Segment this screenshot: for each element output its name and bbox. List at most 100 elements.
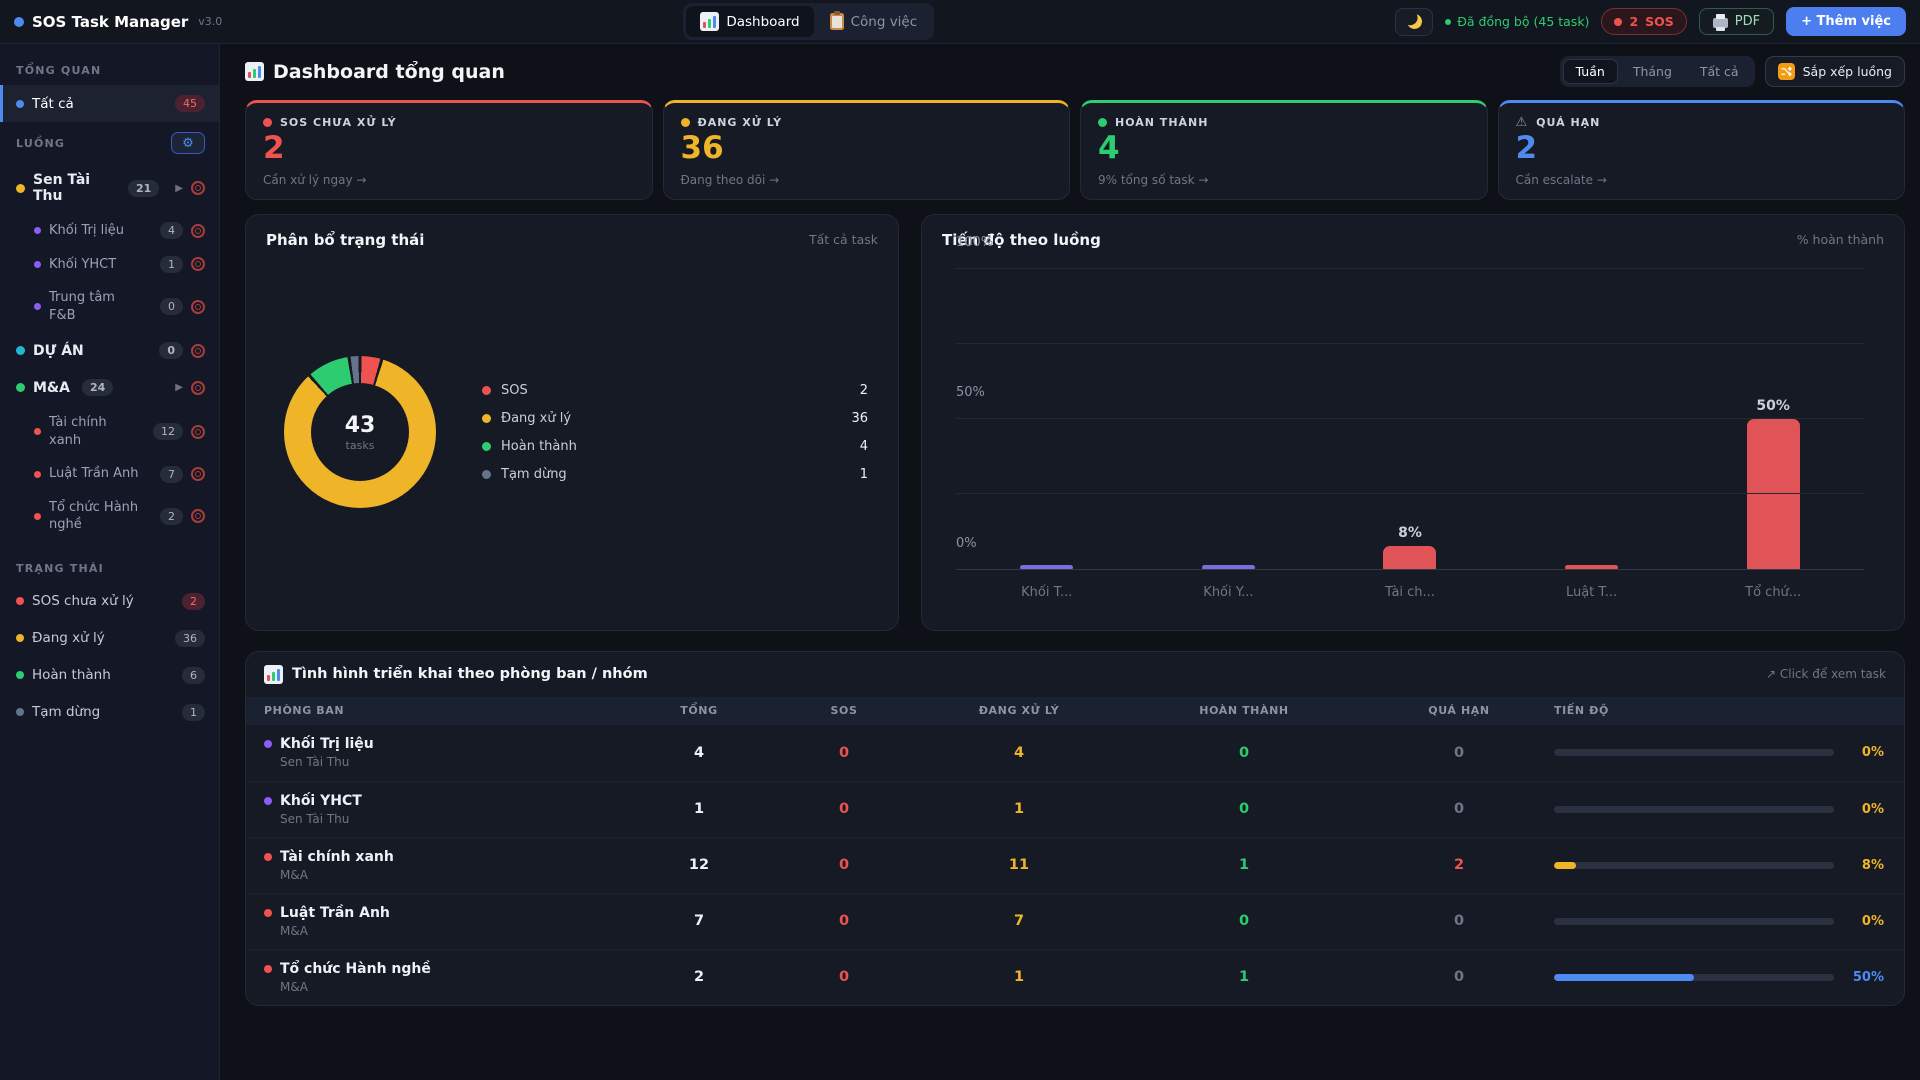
tab-dashboard[interactable]: Dashboard [686,6,814,37]
done-cell: 1 [1238,857,1250,874]
target-icon[interactable] [191,380,205,395]
export-pdf-button[interactable]: PDF [1698,8,1775,35]
target-icon[interactable] [191,509,205,524]
table-title: Tình hình triển khai theo phòng ban / nh… [264,664,648,684]
target-icon[interactable] [191,467,205,482]
sos-cell: 0 [838,744,850,761]
flow-count-badge: 0 [159,342,183,360]
flow-child-dot-icon [34,470,41,478]
sidebar-item-all[interactable]: Tất cả 45 [0,85,219,122]
expand-play-icon[interactable]: ▶ [175,183,183,194]
department-table-card: Tình hình triển khai theo phòng ban / nh… [245,650,1905,1006]
expand-play-icon[interactable]: ▶ [175,382,183,393]
bar-2[interactable] [1383,545,1437,570]
target-icon[interactable] [191,223,205,238]
stat-card-footer: 9% tổng số task → [1098,172,1209,187]
in-progress-cell: 4 [1013,744,1025,761]
stat-card-3[interactable]: ⚠ QUÁ HẠN 2 Cần escalate → [1497,100,1905,200]
flow-label: DỰ ÁN [33,342,84,359]
tab-dashboard-label: Dashboard [726,13,800,30]
period-tab-2[interactable]: Tất cả [1687,59,1752,84]
progress-percent: 0% [1861,745,1884,761]
stat-card-0[interactable]: SOS CHƯA XỬ LÝ 2 Cần xử lý ngay → [245,100,653,200]
bar-4[interactable] [1746,419,1800,570]
department-name: Luật Trần Anh [264,905,624,921]
moon-icon [1406,13,1423,30]
legend-dot-icon [482,469,491,479]
bar-category-label: Tổ chứ... [1745,585,1802,601]
target-icon[interactable] [191,299,205,314]
tab-tasks-label: Công việc [850,13,918,30]
table-row-4[interactable]: Tổ chức Hành nghề M&A 2 0 1 1 0 50% [246,948,1904,1005]
period-tab-1[interactable]: Tháng [1620,59,1685,84]
all-count-badge: 45 [175,95,205,112]
sidebar-status-3[interactable]: Tạm dừng 1 [0,694,219,731]
sos-alert-badge[interactable]: 2 SOS [1601,8,1687,35]
clipboard-icon [829,11,844,30]
total-cell: 2 [693,969,705,986]
sort-flows-button[interactable]: Sắp xếp luồng [1764,56,1905,87]
sidebar-flow-0[interactable]: Sen Tài Thu 21 ▶ [0,162,219,214]
flow-label: M&A [33,379,70,396]
sidebar-status-2[interactable]: Hoàn thành 6 [0,657,219,694]
donut-legend: SOS 2 Đang xử lý 36 Hoàn thành 4 Tạm dừng 1 [482,376,868,488]
column-header-6: TIẾN ĐỘ [1554,704,1609,718]
table-row-3[interactable]: Luật Trần Anh M&A 7 0 7 0 0 0% [246,892,1904,949]
stat-card-footer: Đang theo dõi → [680,172,780,187]
target-icon[interactable] [191,343,205,358]
bar-category-label: Tài ch... [1385,585,1435,601]
sidebar-status-1[interactable]: Đang xử lý 36 [0,620,219,657]
target-icon[interactable] [191,181,205,195]
app-logo: SOS Task Manager v3.0 [14,13,222,31]
sos-cell: 0 [838,801,850,818]
flow-child-label: Trung tâm F&B [49,290,115,323]
legend-label: Đang xử lý [501,410,572,426]
gear-icon: ⚙ [182,135,194,151]
stat-card-label: SOS CHƯA XỬ LÝ [263,116,635,129]
department-name: Khối YHCT [264,793,624,809]
sidebar-flow-2-child-1[interactable]: Luật Trần Anh 7 [0,457,219,491]
table-row-1[interactable]: Khối YHCT Sen Tài Thu 1 0 1 0 0 0% [246,780,1904,837]
flows-settings-button[interactable]: ⚙ [171,132,205,154]
status-count-badge: 1 [182,703,205,721]
stat-card-2[interactable]: HOÀN THÀNH 4 9% tổng số task → [1080,100,1488,200]
total-cell: 7 [693,913,705,930]
flow-child-count-badge: 1 [160,255,183,273]
add-task-button[interactable]: + Thêm việc [1786,7,1906,36]
legend-dot-icon [482,441,491,451]
in-progress-cell: 7 [1013,913,1025,930]
sidebar-flow-1[interactable]: DỰ ÁN 0 [0,332,219,369]
stat-card-1[interactable]: ĐANG XỬ LÝ 36 Đang theo dõi → [662,100,1070,200]
table-row-2[interactable]: Tài chính xanh M&A 12 0 11 1 2 8% [246,836,1904,893]
bar-slot-1 [1138,269,1320,570]
status-label: Tạm dừng [32,704,101,721]
status-dot-icon [16,634,24,643]
sidebar-flow-2-child-0[interactable]: Tài chính xanh 12 [0,406,219,457]
target-icon[interactable] [191,257,205,272]
tab-tasks[interactable]: Công việc [816,6,932,37]
legend-value: 4 [859,438,868,454]
gridline-75 [956,342,1864,344]
column-header-5: QUÁ HẠN [1428,704,1490,718]
overdue-cell: 0 [1453,801,1465,818]
flow-list: Sen Tài Thu 21 ▶ Khối Trị liệu 4 Khối YHCT 1 Tr… [0,162,219,542]
sidebar-flow-0-child-2[interactable]: Trung tâm F&B 0 [0,281,219,332]
sidebar-status-0[interactable]: SOS chưa xử lý 2 [0,583,219,620]
target-icon[interactable] [191,424,205,439]
bar-plot: 8% 50% 100% 50% 0% [956,235,1864,570]
sidebar-flow-2-child-2[interactable]: Tổ chức Hành nghề 2 [0,491,219,542]
sidebar-flow-0-child-0[interactable]: Khối Trị liệu 4 [0,214,219,248]
sidebar-flow-0-child-1[interactable]: Khối YHCT 1 [0,248,219,282]
legend-value: 1 [859,466,868,482]
legend-label: SOS [501,382,528,398]
sidebar-flow-2[interactable]: M&A 24 ▶ [0,369,219,406]
theme-toggle-button[interactable] [1395,7,1434,36]
total-cell: 1 [693,801,705,818]
sos-label: SOS [1645,14,1674,29]
progress-cell: 50% [1554,970,1886,985]
table-hint: ↗ Click để xem task [1766,667,1886,682]
table-row-0[interactable]: Khối Trị liệu Sen Tài Thu 4 0 4 0 0 0% [246,725,1904,781]
bar-slot-0 [956,269,1138,570]
total-cell: 4 [693,744,705,761]
period-tab-0[interactable]: Tuần [1562,59,1618,84]
